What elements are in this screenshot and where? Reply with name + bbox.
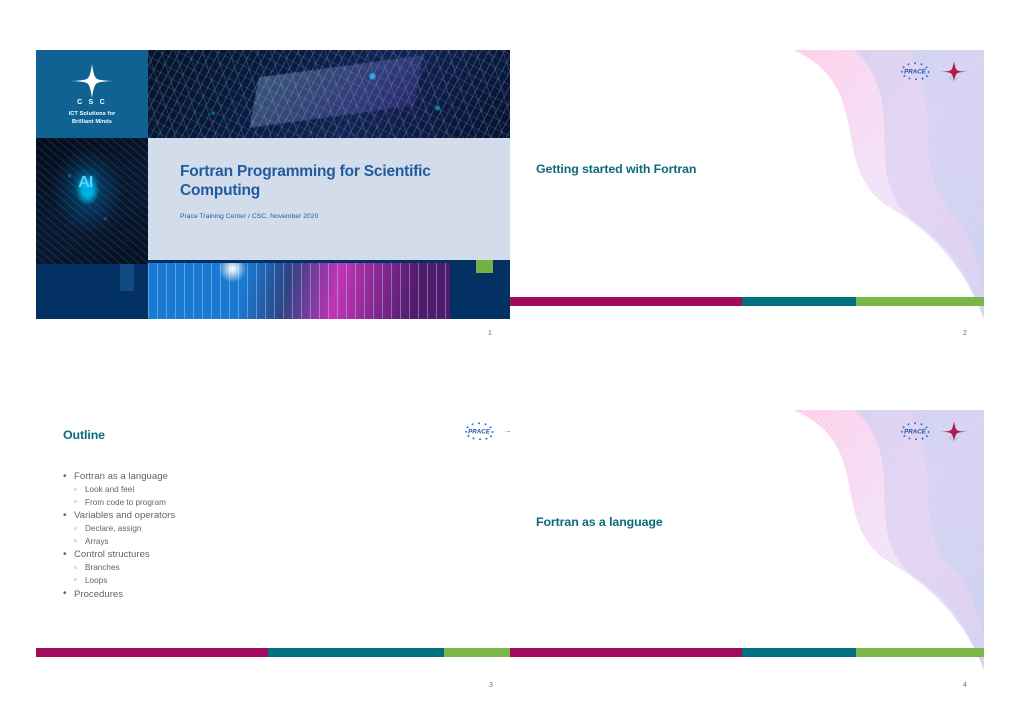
magenta-segment <box>36 648 269 657</box>
teal-segment <box>742 297 856 306</box>
circuit-board-photo <box>148 50 510 138</box>
footer-colorbar <box>510 297 984 306</box>
slide-title: Outline <box>63 428 105 442</box>
magenta-segment <box>510 297 743 306</box>
slide-title: Fortran Programming for Scientific Compu… <box>180 163 431 199</box>
outline-item-level-2: Branches <box>63 562 393 575</box>
slide-number-3: 3 <box>489 682 494 689</box>
csc-star-logo-icon: CSC <box>940 61 968 82</box>
outline-item-level-2: Loops <box>63 574 393 588</box>
outline-item-level-2: Declare, assign <box>63 523 393 536</box>
slide-3-outline[interactable]: PRACE CSC Outline Fortran as a languageL… <box>36 410 510 670</box>
csc-logo-panel: C S C ICT Solutions for Brilliant Minds <box>36 50 148 138</box>
slide-number-2: 2 <box>963 330 968 337</box>
prace-logo-icon: PRACE <box>901 422 930 441</box>
prace-logo-icon: PRACE <box>465 422 494 441</box>
outline-item-level-2: From code to program <box>63 496 393 510</box>
teal-segment <box>742 648 856 657</box>
logo-pair-header: PRACE CSC <box>896 60 970 83</box>
slide-number-1: 1 <box>488 330 493 337</box>
csc-tagline: ICT Solutions for Brilliant Minds <box>36 110 148 126</box>
csc-star-logo-icon: CSC <box>940 421 968 442</box>
green-segment <box>856 648 984 657</box>
svg-text:PRACE: PRACE <box>468 428 491 435</box>
logo-pair-header: PRACE CSC <box>896 420 970 443</box>
csc-wordmark: C S C <box>77 99 107 106</box>
outline-list: Fortran as a languageLook and feelFrom c… <box>63 470 393 602</box>
ai-head-photo <box>36 138 148 264</box>
outline-item-level-2: Arrays <box>63 535 393 549</box>
decorative-swoosh-graphic <box>709 50 984 319</box>
decorative-swoosh-graphic <box>709 410 984 670</box>
svg-text:CSC: CSC <box>950 437 959 441</box>
outline-item-level-1: Procedures <box>63 587 393 602</box>
slide-subtitle: Prace Training Center / CSC, November 20… <box>180 213 319 220</box>
csc-tagline-line-1: ICT Solutions for <box>68 111 116 117</box>
slide-4-section[interactable]: PRACE CSC Fortran as a language <box>510 410 984 670</box>
handout-page: C S C ICT Solutions for Brilliant Minds … <box>0 0 1020 721</box>
slide-title: Fortran as a language <box>536 515 663 529</box>
slide-1-title[interactable]: C S C ICT Solutions for Brilliant Minds … <box>36 50 510 319</box>
slide-2-section[interactable]: PRACE CSC Getting started with Fortran <box>510 50 984 319</box>
svg-text:PRACE: PRACE <box>904 428 927 435</box>
outline-item-level-2: Look and feel <box>63 484 393 497</box>
outline-item-level-1: Variables and operators <box>63 509 393 523</box>
svg-text:CSC: CSC <box>950 77 959 81</box>
footer-colorbar <box>36 648 510 657</box>
green-segment <box>443 648 510 657</box>
data-visualization-photo <box>148 263 450 319</box>
title-card: Fortran Programming for Scientific Compu… <box>148 138 510 260</box>
magenta-segment <box>510 648 743 657</box>
outline-item-level-1: Control structures <box>63 548 393 562</box>
footer-colorbar <box>510 648 984 657</box>
csc-tagline-line-2: Brilliant Minds <box>71 119 113 125</box>
csc-star-logo-icon <box>71 64 113 98</box>
green-segment <box>856 297 984 306</box>
svg-text:PRACE: PRACE <box>904 68 927 75</box>
teal-segment <box>268 648 444 657</box>
logo-pair-header: PRACE CSC <box>460 420 510 443</box>
slide-title: Getting started with Fortran <box>536 162 697 176</box>
outline-item-level-1: Fortran as a language <box>63 470 393 484</box>
slide-number-4: 4 <box>963 682 968 689</box>
prace-logo-icon: PRACE <box>901 62 930 81</box>
